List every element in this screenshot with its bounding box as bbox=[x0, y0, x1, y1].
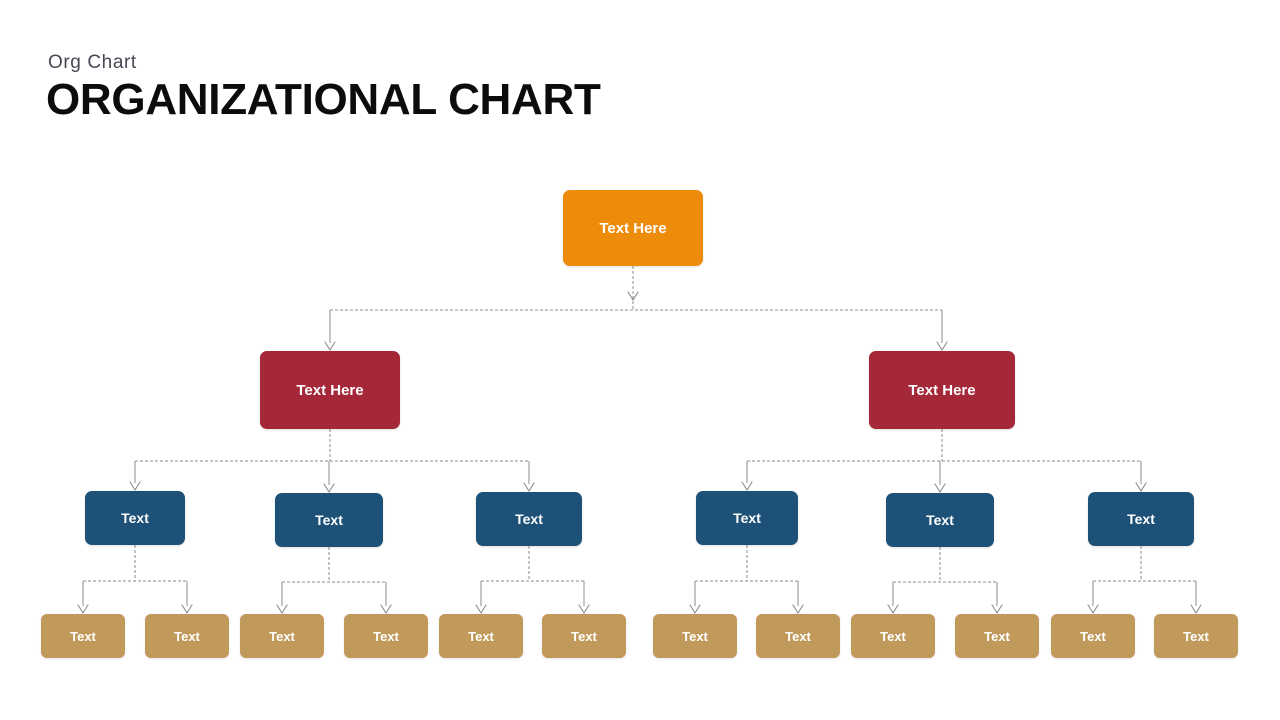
org-node-level4[interactable]: Text bbox=[756, 614, 840, 658]
org-node-label: Text bbox=[880, 628, 906, 644]
page-title: ORGANIZATIONAL CHART bbox=[46, 74, 601, 124]
org-node-level3[interactable]: Text bbox=[696, 491, 798, 545]
org-node-level4[interactable]: Text bbox=[439, 614, 523, 658]
org-node-label: Text bbox=[571, 628, 597, 644]
org-node-label: Text bbox=[926, 512, 954, 528]
org-node-label: Text bbox=[373, 628, 399, 644]
org-node-label: Text bbox=[733, 510, 761, 526]
org-node-level2[interactable]: Text Here bbox=[869, 351, 1015, 429]
org-node-label: Text bbox=[315, 512, 343, 528]
org-node-label: Text bbox=[1127, 511, 1155, 527]
slide-header: Org Chart ORGANIZATIONAL CHART bbox=[46, 52, 846, 123]
org-node-level4[interactable]: Text bbox=[240, 614, 324, 658]
org-node-level4[interactable]: Text bbox=[1154, 614, 1238, 658]
org-node-level3[interactable]: Text bbox=[886, 493, 994, 547]
org-node-level4[interactable]: Text bbox=[542, 614, 626, 658]
org-node-label: Text Here bbox=[908, 381, 976, 399]
org-node-label: Text bbox=[468, 628, 494, 644]
org-node-label: Text bbox=[174, 628, 200, 644]
slide-canvas: Org Chart ORGANIZATIONAL CHART Text Here… bbox=[0, 0, 1280, 720]
slide-subtitle: Org Chart bbox=[48, 52, 137, 73]
org-node-level1[interactable]: Text Here bbox=[563, 190, 703, 266]
org-node-label: Text bbox=[682, 628, 708, 644]
org-node-label: Text bbox=[269, 628, 295, 644]
org-node-level3[interactable]: Text bbox=[85, 491, 185, 545]
org-node-label: Text Here bbox=[599, 219, 667, 237]
org-node-level4[interactable]: Text bbox=[145, 614, 229, 658]
org-node-level4[interactable]: Text bbox=[41, 614, 125, 658]
org-node-label: Text bbox=[1080, 628, 1106, 644]
org-node-level3[interactable]: Text bbox=[275, 493, 383, 547]
org-node-label: Text bbox=[785, 628, 811, 644]
org-node-level2[interactable]: Text Here bbox=[260, 351, 400, 429]
org-node-level4[interactable]: Text bbox=[955, 614, 1039, 658]
org-node-label: Text Here bbox=[296, 381, 364, 399]
org-node-label: Text bbox=[984, 628, 1010, 644]
org-node-label: Text bbox=[70, 628, 96, 644]
org-node-level4[interactable]: Text bbox=[1051, 614, 1135, 658]
org-node-label: Text bbox=[121, 510, 149, 526]
org-node-level3[interactable]: Text bbox=[476, 492, 582, 546]
org-node-label: Text bbox=[1183, 628, 1209, 644]
org-node-level4[interactable]: Text bbox=[653, 614, 737, 658]
org-node-level3[interactable]: Text bbox=[1088, 492, 1194, 546]
org-node-level4[interactable]: Text bbox=[851, 614, 935, 658]
org-node-label: Text bbox=[515, 511, 543, 527]
org-node-level4[interactable]: Text bbox=[344, 614, 428, 658]
